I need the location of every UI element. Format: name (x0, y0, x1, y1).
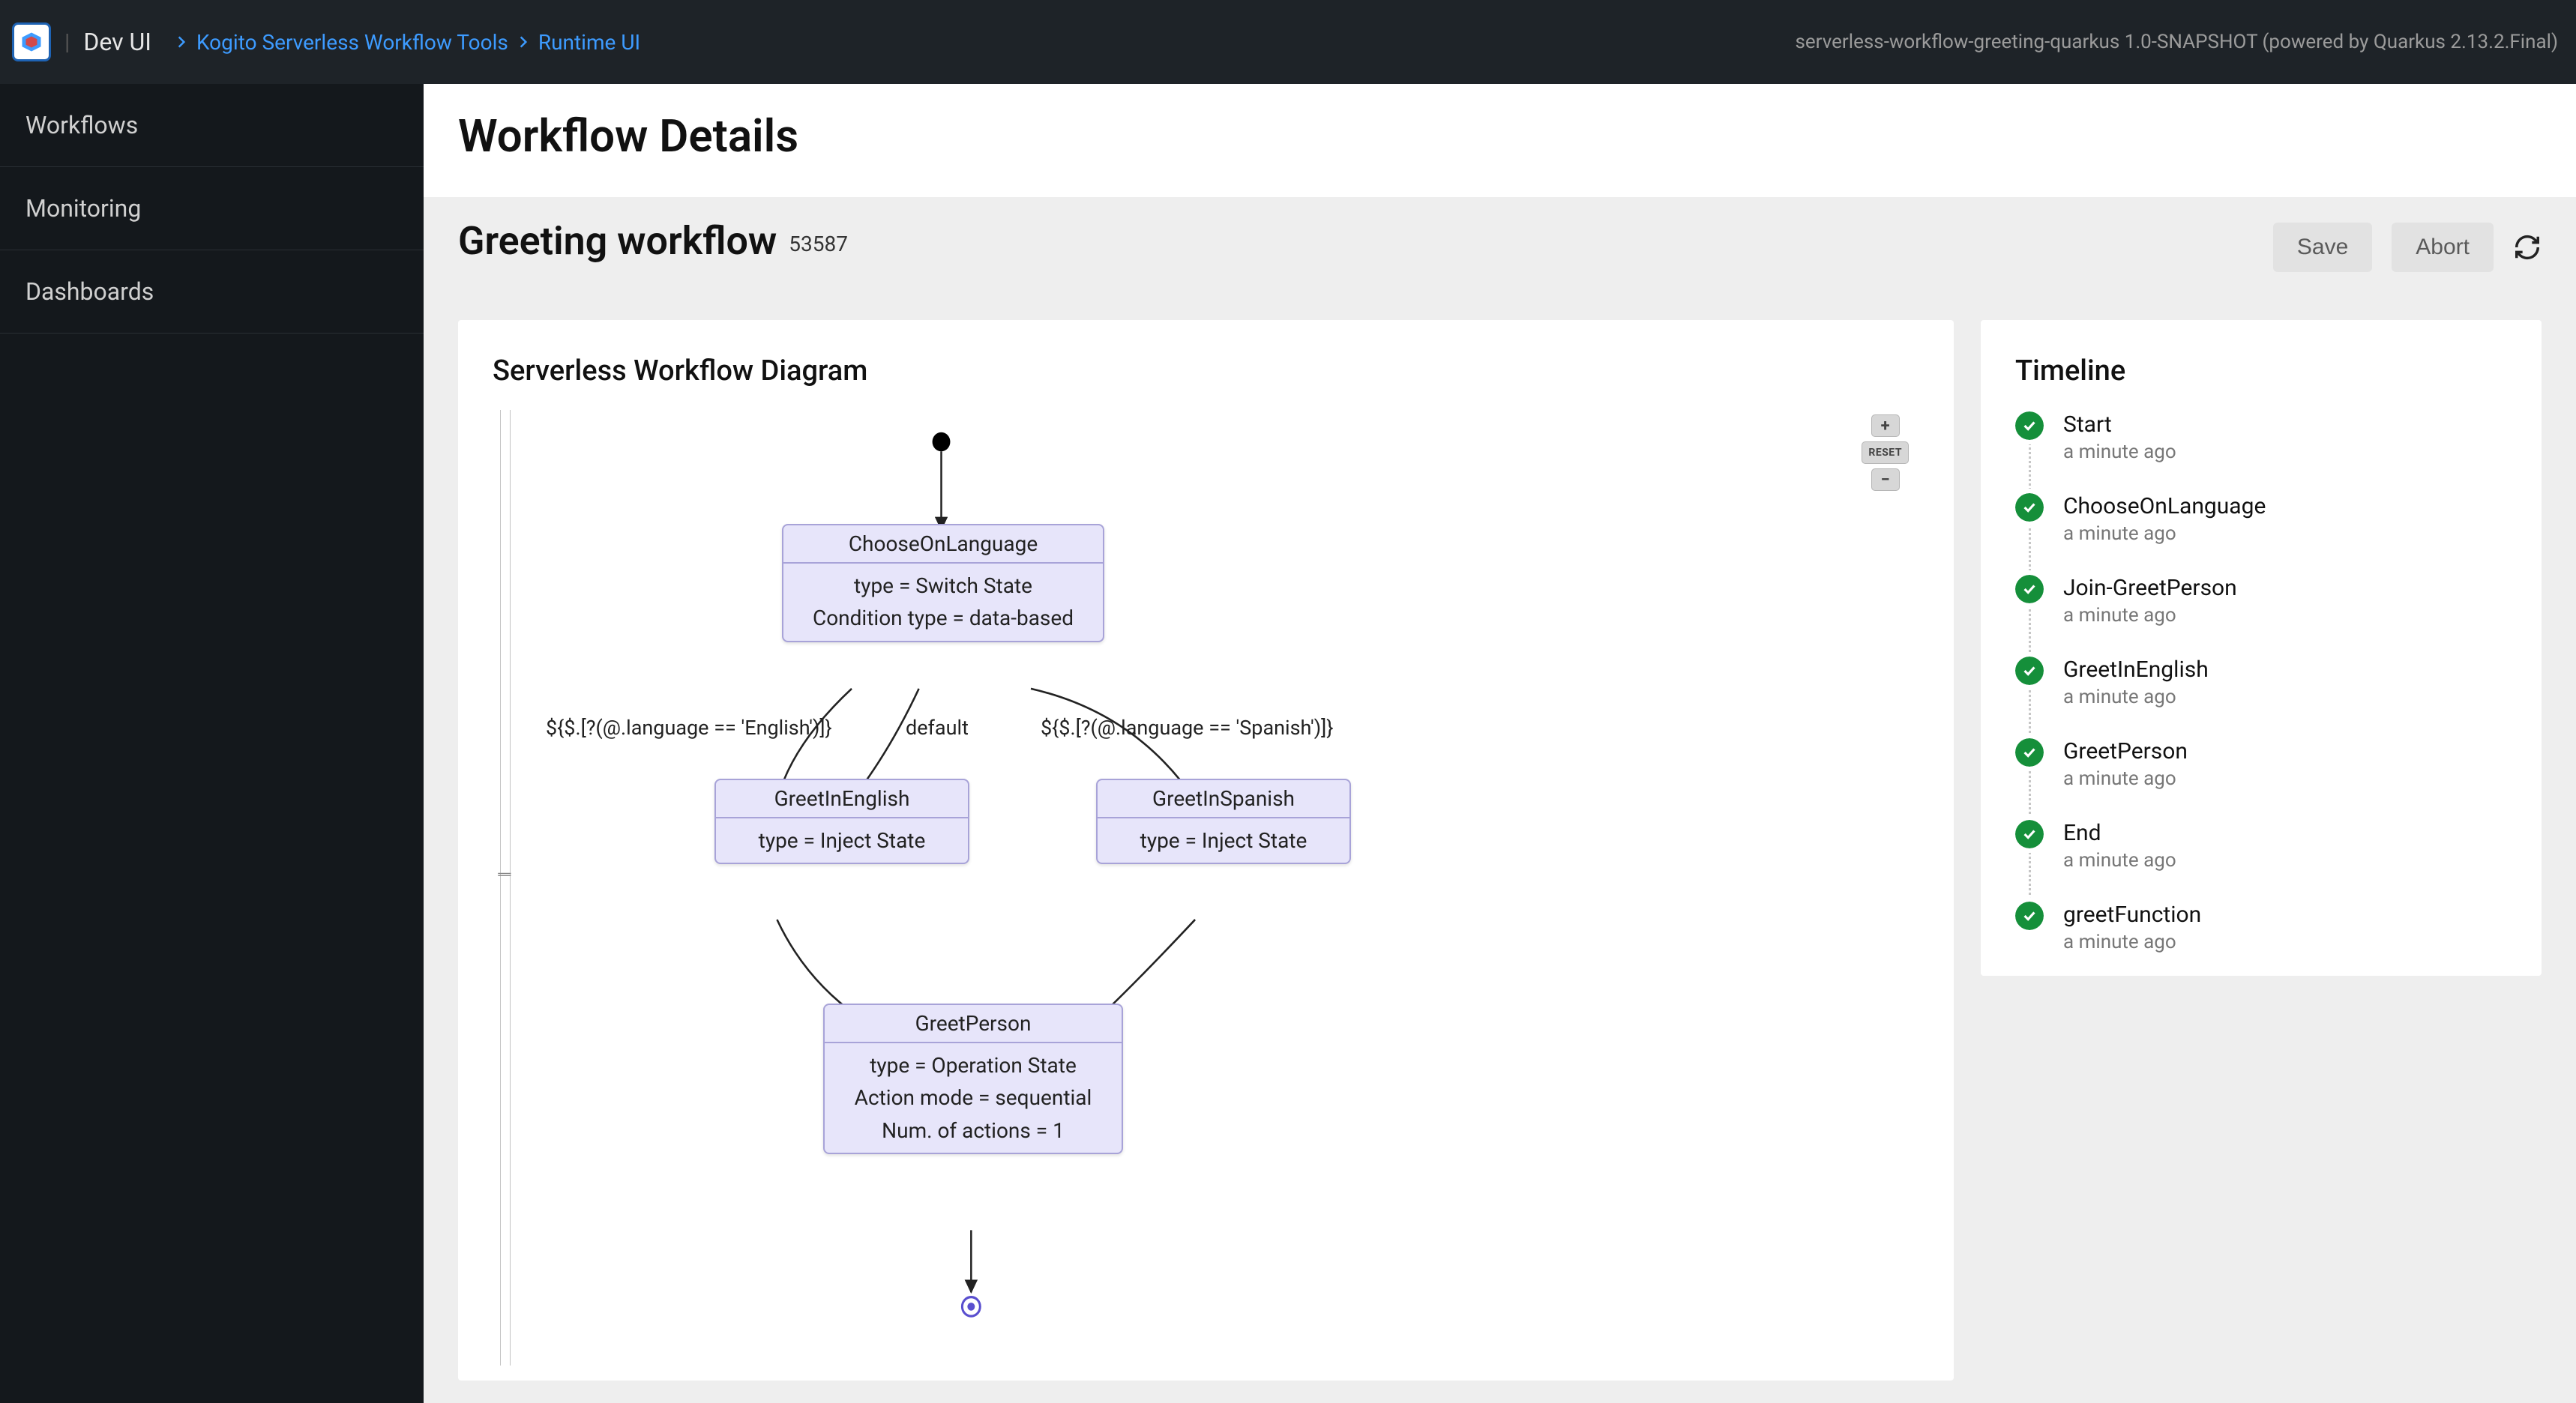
node-title: GreetInEnglish (716, 780, 968, 818)
node-choose-on-language[interactable]: ChooseOnLanguage type = Switch State Con… (782, 524, 1104, 642)
timeline-item-name: GreetInEnglish (2063, 657, 2209, 683)
workflow-name: Greeting workflow (458, 218, 777, 264)
timeline-item-name: GreetPerson (2063, 738, 2188, 764)
diagram-edges (501, 410, 1919, 1366)
timeline-panel: Timeline Start a minute ago ChooseOnLangu… (1981, 320, 2542, 976)
refresh-icon[interactable] (2513, 233, 2542, 262)
timeline-item-name: Join-GreetPerson (2063, 575, 2237, 601)
topbar: | Dev UI Kogito Serverless Workflow Tool… (0, 0, 2576, 84)
workflow-header: Greeting workflow 53587 Save Abort (424, 197, 2576, 298)
node-title: GreetPerson (825, 1005, 1122, 1043)
node-title: GreetInSpanish (1098, 780, 1349, 818)
check-circle-icon (2015, 493, 2044, 522)
timeline-item-ago: a minute ago (2063, 686, 2209, 708)
timeline-item-ago: a minute ago (2063, 604, 2237, 627)
sidebar-item-dashboards[interactable]: Dashboards (0, 250, 424, 334)
edge-label-spanish: ${$.[?(@.language == 'Spanish')]} (1041, 716, 1333, 740)
zoom-reset-button[interactable]: RESET (1862, 441, 1909, 464)
timeline-item: End a minute ago (2015, 820, 2507, 902)
timeline-item-ago: a minute ago (2063, 767, 2188, 790)
timeline-title: Timeline (2015, 354, 2507, 387)
timeline-item-name: Start (2063, 411, 2176, 438)
abort-button[interactable]: Abort (2392, 223, 2494, 272)
topbar-divider: | (64, 29, 70, 55)
timeline-item-name: ChooseOnLanguage (2063, 493, 2266, 519)
timeline-item: GreetPerson a minute ago (2015, 738, 2507, 820)
quarkus-logo-icon[interactable] (12, 22, 51, 61)
node-greet-in-english[interactable]: GreetInEnglish type = Inject State (714, 779, 969, 864)
node-title: ChooseOnLanguage (783, 525, 1103, 564)
check-circle-icon (2015, 902, 2044, 930)
check-circle-icon (2015, 575, 2044, 603)
sidebar-item-label: Dashboards (25, 277, 154, 306)
timeline-item-name: greetFunction (2063, 902, 2201, 928)
check-circle-icon (2015, 820, 2044, 848)
node-greet-in-spanish[interactable]: GreetInSpanish type = Inject State (1096, 779, 1351, 864)
sidebar-item-label: Monitoring (25, 194, 141, 223)
breadcrumb-item-runtime[interactable]: Runtime UI (538, 30, 640, 55)
edge-label-english: ${$.[?(@.language == 'English')]} (546, 716, 832, 740)
save-button[interactable]: Save (2273, 223, 2372, 272)
node-body: type = Inject State (716, 818, 968, 863)
timeline-item-ago: a minute ago (2063, 849, 2176, 872)
edge-label-default: default (906, 716, 969, 740)
zoom-in-button[interactable]: + (1871, 414, 1900, 437)
sidebar-item-monitoring[interactable]: Monitoring (0, 167, 424, 250)
chevron-right-icon (516, 34, 531, 49)
node-body: type = Switch State Condition type = dat… (783, 564, 1103, 641)
timeline-item-ago: a minute ago (2063, 441, 2176, 463)
topbar-version-info: serverless-workflow-greeting-quarkus 1.0… (1795, 31, 2558, 53)
diagram-canvas[interactable]: || + RESET − (500, 410, 1919, 1366)
timeline-item: ChooseOnLanguage a minute ago (2015, 493, 2507, 575)
workflow-id: 53587 (789, 232, 848, 256)
timeline-item: Start a minute ago (2015, 411, 2507, 493)
timeline-item-name: End (2063, 820, 2176, 846)
diagram-panel: Serverless Workflow Diagram || + RESET − (458, 320, 1954, 1381)
breadcrumb-item-tools[interactable]: Kogito Serverless Workflow Tools (196, 30, 508, 55)
sidebar-item-workflows[interactable]: Workflows (0, 84, 424, 167)
zoom-controls: + RESET − (1862, 414, 1909, 491)
timeline-item: GreetInEnglish a minute ago (2015, 657, 2507, 738)
zoom-out-button[interactable]: − (1871, 468, 1900, 491)
timeline-item: Join-GreetPerson a minute ago (2015, 575, 2507, 657)
node-body: type = Inject State (1098, 818, 1349, 863)
check-circle-icon (2015, 411, 2044, 440)
check-circle-icon (2015, 657, 2044, 685)
node-body: type = Operation State Action mode = seq… (825, 1043, 1122, 1153)
sidebar: Workflows Monitoring Dashboards (0, 84, 424, 1403)
devui-brand[interactable]: Dev UI (83, 28, 151, 56)
timeline-list: Start a minute ago ChooseOnLanguage a minu… (2015, 411, 2507, 953)
sidebar-item-label: Workflows (25, 111, 138, 139)
chevron-right-icon (174, 34, 189, 49)
timeline-item-ago: a minute ago (2063, 931, 2201, 953)
breadcrumb: Kogito Serverless Workflow Tools Runtime… (174, 30, 640, 55)
main: Workflow Details Greeting workflow 53587… (424, 84, 2576, 1403)
node-greet-person[interactable]: GreetPerson type = Operation State Actio… (823, 1004, 1123, 1154)
page-title: Workflow Details (424, 84, 2576, 197)
timeline-item: greetFunction a minute ago (2015, 902, 2507, 953)
check-circle-icon (2015, 738, 2044, 767)
timeline-item-ago: a minute ago (2063, 522, 2266, 545)
diagram-title: Serverless Workflow Diagram (493, 354, 1919, 387)
